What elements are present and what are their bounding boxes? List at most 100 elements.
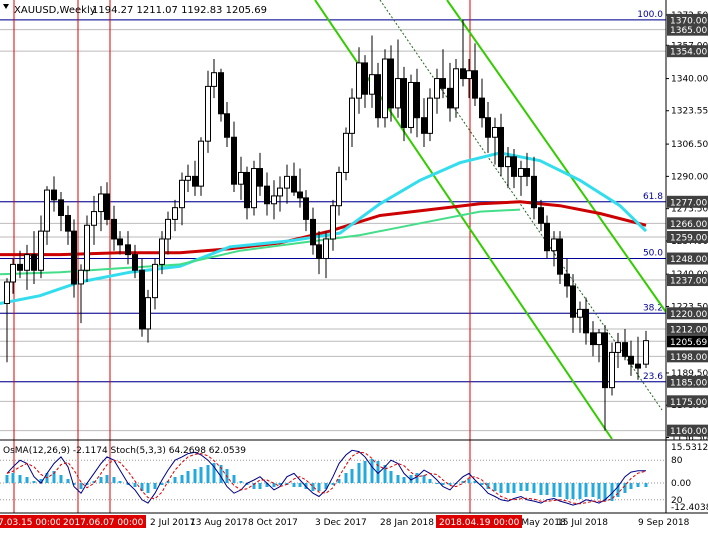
candle-bull	[38, 230, 44, 271]
candle-bull	[78, 269, 84, 285]
time-axis-label: 9 Sep 2018	[638, 518, 690, 528]
candle-bear	[511, 156, 517, 177]
time-axis-label: 3 Dec 2017	[315, 518, 367, 528]
osma-bar	[584, 483, 588, 497]
osma-bar	[272, 483, 276, 487]
candle-bear	[544, 222, 550, 252]
candle-bull	[44, 189, 50, 232]
candle-bull	[4, 281, 10, 305]
candle-bull	[145, 297, 151, 330]
osma-bar	[350, 469, 354, 483]
osma-bar	[467, 479, 471, 483]
osma-bar	[448, 483, 452, 485]
candle-bear	[291, 175, 297, 193]
candle-bear	[401, 78, 407, 128]
candle-bear	[264, 185, 270, 205]
candle-bear	[71, 230, 77, 285]
price-level-box: 1212.00	[667, 322, 708, 335]
osma-bar	[25, 477, 29, 483]
candle-bear	[139, 269, 145, 330]
ohlc-readout: 1194.27 1211.07 1192.83 1205.69	[92, 5, 267, 16]
osma-bar	[79, 483, 83, 489]
price-box-label: 1220.00	[670, 310, 707, 320]
osma-bar	[552, 483, 556, 497]
price-level-box: 1175.00	[667, 395, 708, 408]
candle-bull	[159, 238, 165, 265]
osma-bar	[370, 459, 374, 483]
price-chart[interactable]: 100.061.850.038.223.6 1372.501357.001340…	[0, 0, 708, 534]
candle-bear	[564, 273, 570, 287]
highlight-date-label: 2017.06.07 00:00	[63, 518, 144, 528]
osma-bar	[597, 483, 601, 499]
candle-bear	[192, 175, 198, 187]
osma-bar	[512, 483, 516, 493]
osma-bar	[292, 483, 296, 487]
osma-bar	[18, 475, 22, 483]
trading-chart-window[interactable]: 100.061.850.038.223.6 1372.501357.001340…	[0, 0, 708, 534]
candle-bear	[362, 62, 368, 95]
osma-bar	[422, 475, 426, 483]
time-axis-label: 15 Jul 2018	[557, 518, 608, 528]
osma-bar	[173, 477, 177, 483]
dropdown-arrow-icon[interactable]	[3, 4, 9, 9]
osma-bar	[480, 483, 484, 485]
candle-bear	[570, 285, 576, 318]
fib-level-label: 50.0	[643, 249, 663, 259]
candle-bear	[583, 308, 589, 334]
price-box-label: 1198.00	[670, 353, 707, 363]
osma-bar	[5, 475, 9, 483]
candle-bear	[524, 168, 530, 177]
price-box-label: 1237.00	[670, 277, 707, 287]
osma-bar	[644, 483, 648, 487]
osma-bar	[591, 483, 595, 497]
candle-bear	[58, 199, 64, 216]
osma-bar	[363, 461, 367, 483]
osma-bar	[206, 465, 210, 483]
candle-bear	[440, 78, 446, 89]
osma-bar	[565, 483, 569, 499]
candle-bear	[111, 218, 117, 240]
candle-bear	[218, 72, 224, 115]
osma-bar	[298, 483, 302, 487]
candle-bear	[498, 126, 504, 168]
osma-bar	[545, 483, 549, 495]
candle-bull	[577, 308, 583, 318]
candle-bull	[24, 254, 30, 271]
osma-bar	[396, 475, 400, 483]
candle-bull	[505, 156, 511, 168]
candle-bull	[238, 171, 244, 185]
candle-bear	[375, 74, 381, 119]
candle-bear	[224, 113, 230, 138]
candle-bear	[590, 332, 596, 346]
candle-bull	[10, 263, 16, 283]
candle-bear	[297, 191, 303, 199]
osma-bar	[623, 483, 627, 493]
candle-bull	[172, 207, 178, 220]
price-level-box: 1220.00	[667, 307, 708, 320]
price-box-label: 1175.00	[670, 398, 707, 408]
candle-bear	[132, 254, 138, 271]
osma-bar	[317, 483, 321, 491]
osma-bar	[519, 483, 523, 491]
osma-bar	[99, 477, 103, 483]
osma-bar	[11, 473, 15, 483]
candle-bear	[316, 244, 322, 260]
channel-upper-line	[446, 0, 666, 313]
candle-bull	[596, 332, 602, 346]
candle-bear	[303, 197, 309, 220]
candle-bull	[98, 193, 104, 213]
highlight-date-box: 2017.03.15 00:00	[0, 515, 64, 528]
candle-bull	[84, 224, 90, 271]
candle-bull	[152, 263, 158, 299]
osma-bar	[258, 483, 262, 489]
price-axis-label: 1306.50	[671, 140, 708, 150]
candle-bull	[211, 72, 217, 87]
osma-bar	[441, 483, 445, 485]
candle-bear	[557, 238, 563, 275]
price-level-box: 1248.00	[667, 252, 708, 265]
osma-bar	[402, 477, 406, 483]
candle-bear	[538, 207, 544, 224]
osma-bar	[525, 483, 529, 491]
osma-bar	[629, 483, 633, 489]
candle-bear	[414, 81, 420, 119]
